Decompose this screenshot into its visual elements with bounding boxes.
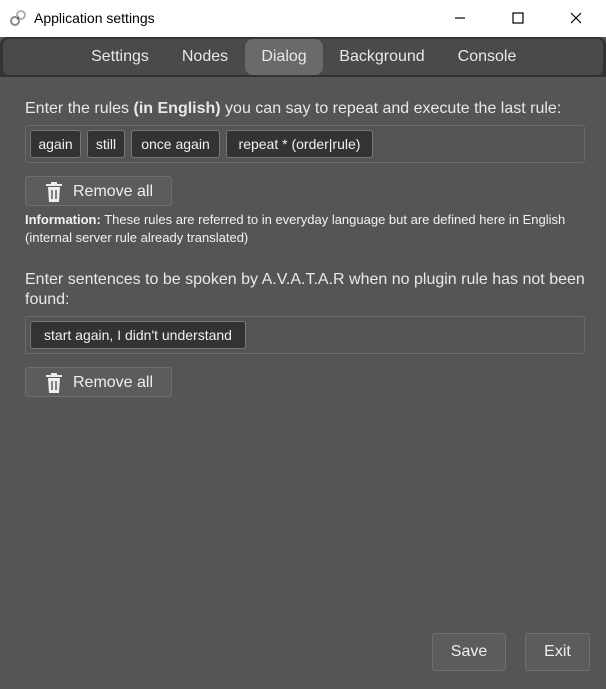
rules-chip-input[interactable]: again still once again repeat * (order|r… [25, 125, 585, 163]
rules-prompt: Enter the rules (in English) you can say… [25, 99, 595, 119]
app-icon [10, 10, 26, 26]
remove-all-rules-button[interactable]: Remove all [25, 176, 172, 206]
sentences-chip-input[interactable]: start again, I didn't understand [25, 316, 585, 354]
tab-nodes[interactable]: Nodes [168, 39, 242, 75]
window-titlebar: Application settings [0, 0, 606, 37]
tab-settings[interactable]: Settings [78, 39, 162, 75]
information-text: These rules are referred to in everyday … [25, 212, 566, 245]
rules-prompt-bold: (in English) [133, 100, 221, 117]
information-label: Information: [25, 212, 101, 227]
rule-chip[interactable]: again [30, 130, 81, 158]
rule-chip[interactable]: still [87, 130, 125, 158]
minimize-button[interactable] [437, 0, 483, 36]
exit-button[interactable]: Exit [525, 633, 590, 671]
sentences-prompt: Enter sentences to be spoken by A.V.A.T.… [25, 271, 585, 308]
information-note: Information: These rules are referred to… [25, 211, 585, 247]
remove-all-label: Remove all [73, 374, 154, 391]
close-icon [570, 12, 582, 24]
tab-console[interactable]: Console [444, 39, 530, 75]
tab-dialog[interactable]: Dialog [245, 39, 323, 75]
rule-chip[interactable]: repeat * (order|rule) [226, 130, 373, 158]
save-button[interactable]: Save [432, 633, 506, 671]
close-button[interactable] [553, 0, 599, 36]
rules-prompt-start: Enter the rules [25, 100, 134, 117]
minimize-icon [455, 17, 465, 19]
remove-all-label: Remove all [73, 183, 154, 200]
trash-icon [46, 373, 62, 393]
rules-prompt-end: you can say to repeat and execute the la… [220, 100, 562, 117]
rule-chip[interactable]: once again [131, 130, 220, 158]
tab-background[interactable]: Background [328, 39, 436, 75]
sentence-chip[interactable]: start again, I didn't understand [30, 321, 246, 349]
remove-all-sentences-button[interactable]: Remove all [25, 367, 172, 397]
trash-icon [46, 182, 62, 202]
maximize-button[interactable] [495, 0, 541, 36]
maximize-icon [512, 12, 524, 24]
window-title: Application settings [34, 10, 155, 26]
